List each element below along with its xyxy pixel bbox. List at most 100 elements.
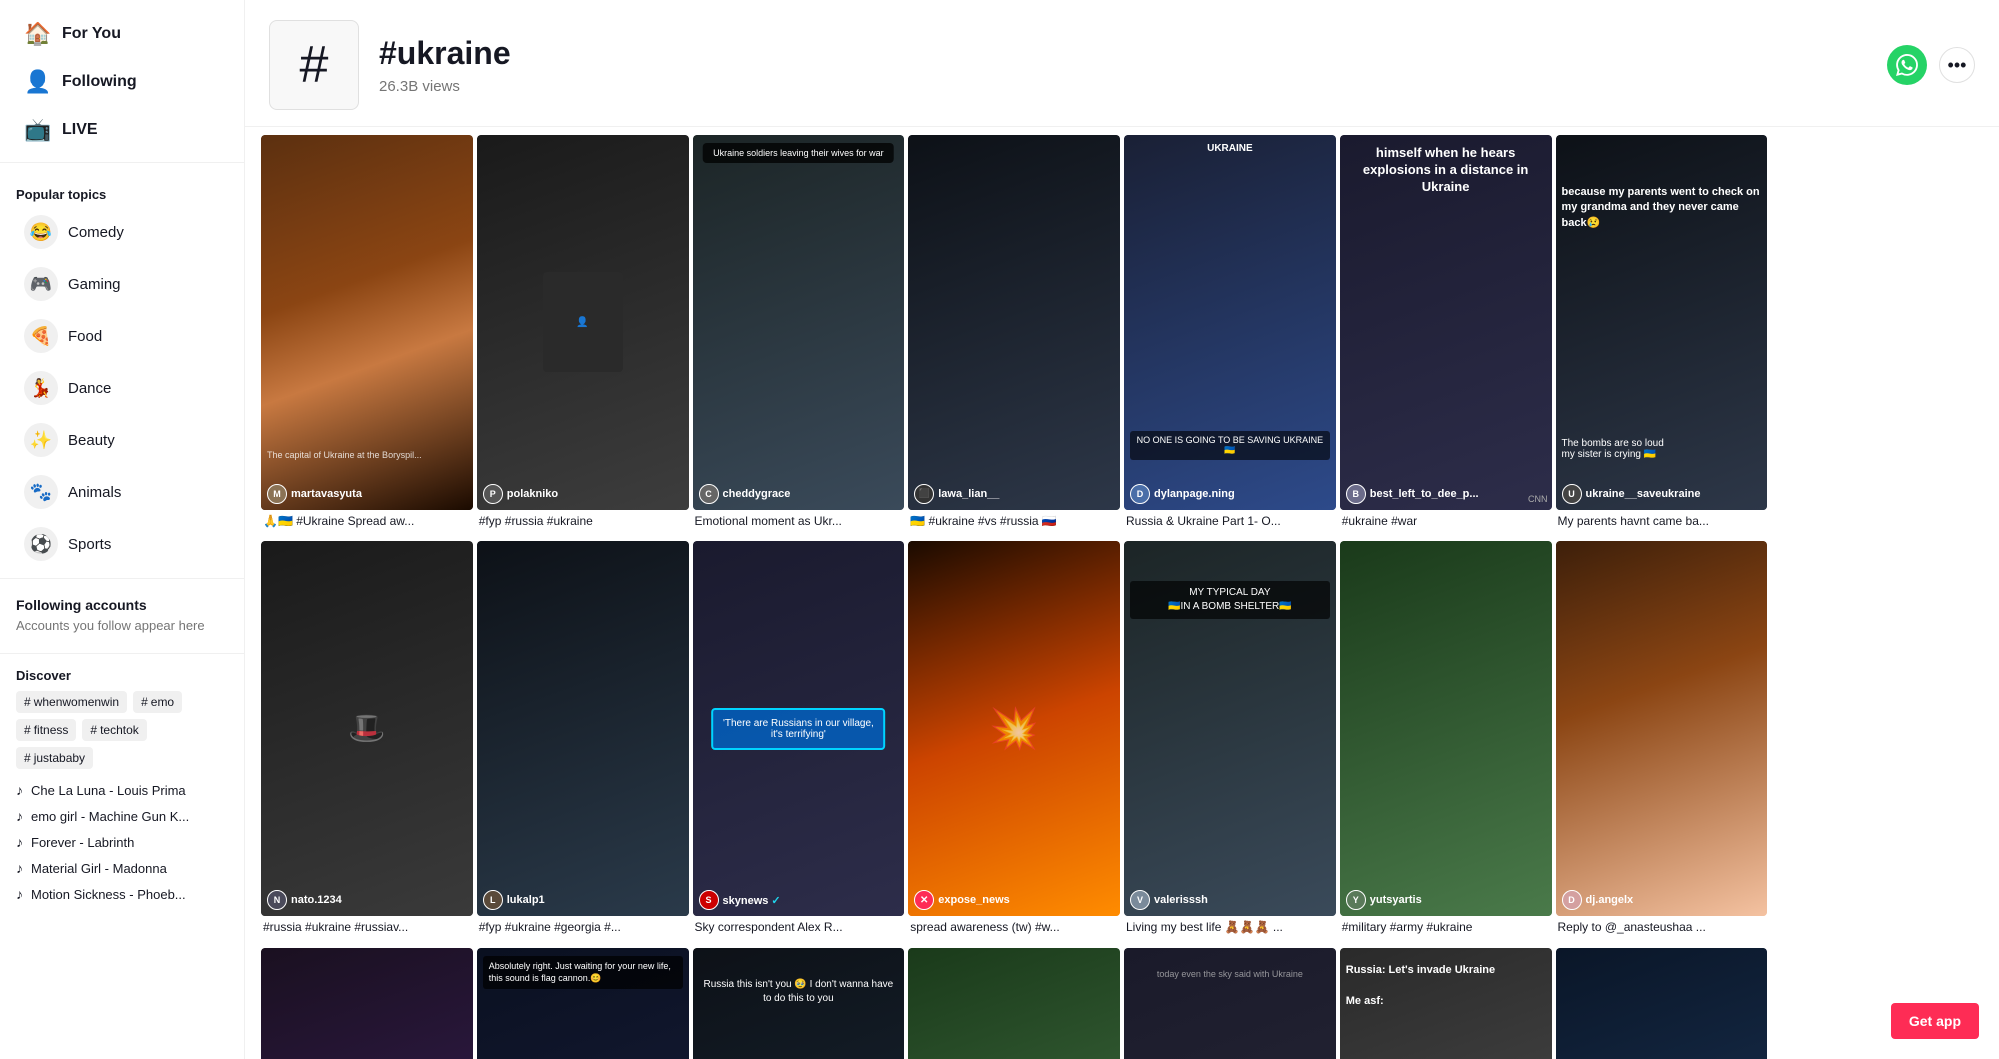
video-card-6[interactable]: himself when he hears explosions in a di… <box>1340 135 1552 537</box>
video-card-10[interactable]: L lukalp1 #fyp #ukraine #georgia #... <box>477 541 689 943</box>
video-caption-1: 🙏🇺🇦 #Ukraine Spread aw... <box>261 510 473 538</box>
video-caption-3: Emotional moment as Ukr... <box>693 510 905 538</box>
overlay-center3-v21: today even the sky said with Ukraine <box>1130 968 1330 981</box>
discover-songs: ♪Che La Luna - Louis Prima ♪emo girl - M… <box>16 777 228 907</box>
video-card-19[interactable]: Russia this isn't you 🥹 I don't wanna ha… <box>693 948 905 1059</box>
video-caption-15: Reply to @_anasteushaa ... <box>1556 916 1768 944</box>
overlay-center-blue-v11: 'There are Russians in our village, it's… <box>712 708 886 750</box>
home-icon: 🏠 <box>24 21 52 47</box>
hashtag-actions: ••• <box>1887 45 1975 85</box>
video-card-15[interactable]: D dj.angelx Reply to @_anasteushaa ... <box>1556 541 1768 943</box>
sidebar-topic-sports[interactable]: ⚽ Sports <box>8 519 236 569</box>
following-accounts-title: Following accounts <box>16 597 228 613</box>
video-caption-10: #fyp #ukraine #georgia #... <box>477 916 689 944</box>
beauty-icon: ✨ <box>24 423 58 457</box>
overlay-top-v3: Ukraine soldiers leaving their wives for… <box>703 143 894 163</box>
overlay-large-v6: himself when he hears explosions in a di… <box>1346 145 1546 196</box>
overlay-top2-v18: Absolutely right. Just waiting for your … <box>483 956 683 989</box>
gaming-icon: 🎮 <box>24 267 58 301</box>
video-caption-14: #military #army #ukraine <box>1340 916 1552 944</box>
hashtag-info: #ukraine 26.3B views <box>379 35 1867 95</box>
video-card-7[interactable]: because my parents went to check on my g… <box>1556 135 1768 537</box>
video-card-23[interactable]: 🏙️ <box>1556 948 1768 1059</box>
following-accounts-section: Following accounts Accounts you follow a… <box>0 587 244 645</box>
topic-label-food: Food <box>68 328 102 345</box>
discover-song-1[interactable]: ♪Che La Luna - Louis Prima <box>16 777 228 803</box>
more-button[interactable]: ••• <box>1939 47 1975 83</box>
discover-song-2[interactable]: ♪emo girl - Machine Gun K... <box>16 803 228 829</box>
video-card-14[interactable]: Y yutsyartis #military #army #ukraine <box>1340 541 1552 943</box>
video-caption-2: #fyp #russia #ukraine <box>477 510 689 538</box>
dance-icon: 💃 <box>24 371 58 405</box>
video-caption-6: #ukraine #war <box>1340 510 1552 538</box>
sidebar-nav-item-following[interactable]: 👤 Following <box>8 59 236 105</box>
video-card-13[interactable]: MY TYPICAL DAY🇺🇦IN A BOMB SHELTER🇺🇦 V va… <box>1124 541 1336 943</box>
videos-grid: The capital of Ukraine at the Boryspil..… <box>245 127 1999 1059</box>
sidebar-nav-item-for-you[interactable]: 🏠 For You <box>8 11 236 57</box>
sidebar: 🏠 For You 👤 Following 📺 LIVE Popular top… <box>0 0 245 1059</box>
hash-symbol: # <box>300 35 329 95</box>
video-card-1[interactable]: The capital of Ukraine at the Boryspil..… <box>261 135 473 537</box>
video-caption-12: spread awareness (tw) #w... <box>908 916 1120 944</box>
sidebar-topic-food[interactable]: 🍕 Food <box>8 311 236 361</box>
video-card-4[interactable]: ⬛ lawa_lian__ 🇺🇦 #ukraine #vs #russia 🇷🇺 <box>908 135 1120 537</box>
hashtag-views: 26.3B views <box>379 78 1867 95</box>
get-app-button[interactable]: Get app <box>1891 1003 1979 1039</box>
sidebar-topic-comedy[interactable]: 😂 Comedy <box>8 207 236 257</box>
sidebar-label-live: LIVE <box>62 121 98 139</box>
popular-topics-title: Popular topics <box>0 177 244 206</box>
sidebar-topic-gaming[interactable]: 🎮 Gaming <box>8 259 236 309</box>
discover-tag-fitness[interactable]: #fitness <box>16 719 76 741</box>
topic-label-beauty: Beauty <box>68 432 115 449</box>
food-icon: 🍕 <box>24 319 58 353</box>
discover-section: Discover #whenwomenwin #emo #fitness #te… <box>0 662 244 913</box>
comedy-icon: 😂 <box>24 215 58 249</box>
overlay-large2-v22: Russia: Let's invade UkraineMe asf: <box>1346 963 1546 1009</box>
video-card-5[interactable]: UKRAINE NO ONE IS GOING TO BE SAVING UKR… <box>1124 135 1336 537</box>
following-accounts-desc: Accounts you follow appear here <box>16 617 228 635</box>
topic-label-comedy: Comedy <box>68 224 124 241</box>
hashtag-header: # #ukraine 26.3B views ••• <box>245 0 1999 127</box>
overlay-center-text-v13: MY TYPICAL DAY🇺🇦IN A BOMB SHELTER🇺🇦 <box>1130 581 1330 619</box>
video-card-11[interactable]: 'There are Russians in our village, it's… <box>693 541 905 943</box>
sidebar-label-for-you: For You <box>62 25 121 43</box>
hashtag-title: #ukraine <box>379 35 1867 72</box>
person-icon: 👤 <box>24 69 52 95</box>
discover-song-4[interactable]: ♪Material Girl - Madonna <box>16 855 228 881</box>
video-card-20[interactable] <box>908 948 1120 1059</box>
video-card-21[interactable]: today even the sky said with Ukraine <box>1124 948 1336 1059</box>
overlay-center2-v19: Russia this isn't you 🥹 I don't wanna ha… <box>699 978 899 1006</box>
hashtag-icon-box: # <box>269 20 359 110</box>
animals-icon: 🐾 <box>24 475 58 509</box>
discover-tags: #whenwomenwin #emo #fitness #techtok #ju… <box>16 691 228 769</box>
video-caption-4: 🇺🇦 #ukraine #vs #russia 🇷🇺 <box>908 510 1120 538</box>
video-card-3[interactable]: Ukraine soldiers leaving their wives for… <box>693 135 905 537</box>
video-caption-9: #russia #ukraine #russiav... <box>261 916 473 944</box>
video-card-22[interactable]: Russia: Let's invade UkraineMe asf: <box>1340 948 1552 1059</box>
sports-icon: ⚽ <box>24 527 58 561</box>
main-content: # #ukraine 26.3B views ••• The capital o… <box>245 0 1999 1059</box>
discover-song-5[interactable]: ♪Motion Sickness - Phoeb... <box>16 881 228 907</box>
discover-title: Discover <box>16 668 228 683</box>
sidebar-topic-dance[interactable]: 💃 Dance <box>8 363 236 413</box>
video-card-18[interactable]: Absolutely right. Just waiting for your … <box>477 948 689 1059</box>
video-card-2[interactable]: 👤 P polakniko #fyp #russia #ukraine <box>477 135 689 537</box>
video-card-17[interactable]: 👶 <box>261 948 473 1059</box>
discover-tag-whenwomenwin[interactable]: #whenwomenwin <box>16 691 127 713</box>
topic-label-sports: Sports <box>68 536 111 553</box>
topic-label-gaming: Gaming <box>68 276 121 293</box>
discover-tag-justababy[interactable]: #justababy <box>16 747 93 769</box>
video-caption-13: Living my best life 🧸🧸🧸 ... <box>1124 916 1336 944</box>
video-card-12[interactable]: 💥 ✕ expose_news spread awareness (tw) #w… <box>908 541 1120 943</box>
sidebar-nav-item-live[interactable]: 📺 LIVE <box>8 107 236 153</box>
sidebar-topic-animals[interactable]: 🐾 Animals <box>8 467 236 517</box>
video-card-9[interactable]: 🎩 N nato.1234 #russia #ukraine #russiav.… <box>261 541 473 943</box>
discover-tag-techtok[interactable]: #techtok <box>82 719 146 741</box>
discover-song-3[interactable]: ♪Forever - Labrinth <box>16 829 228 855</box>
video-caption-7: My parents havnt came ba... <box>1556 510 1768 538</box>
topic-label-animals: Animals <box>68 484 121 501</box>
video-caption-11: Sky correspondent Alex R... <box>693 916 905 944</box>
whatsapp-button[interactable] <box>1887 45 1927 85</box>
discover-tag-emo[interactable]: #emo <box>133 691 182 713</box>
sidebar-topic-beauty[interactable]: ✨ Beauty <box>8 415 236 465</box>
